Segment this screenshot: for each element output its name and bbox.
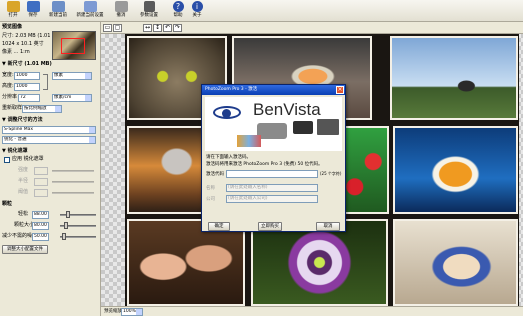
ok-button[interactable]: 确定 bbox=[208, 222, 230, 231]
grain-size-thumb[interactable] bbox=[64, 222, 68, 229]
amount-label: 强度 bbox=[18, 167, 29, 173]
about-button[interactable]: i 关于 bbox=[187, 1, 207, 21]
activation-code-note: (25 个字符) bbox=[320, 171, 342, 176]
photo-prints-icon bbox=[237, 135, 261, 147]
arrow-left-right-icon[interactable]: ↔ bbox=[143, 24, 152, 32]
photo-couple bbox=[127, 219, 245, 306]
company-input[interactable]: (请在此处输入公司) bbox=[226, 195, 318, 203]
new-size-section-header[interactable]: ▼ 新尺寸 (1.01 MB) bbox=[2, 60, 52, 69]
zoom-label: 预览缩放 bbox=[104, 309, 122, 314]
resolution-unit-select[interactable]: 像素/cm bbox=[52, 94, 92, 102]
name-label: 名称 bbox=[206, 186, 215, 191]
new-current-button[interactable]: 新建当前 bbox=[44, 1, 72, 21]
laptop-icon bbox=[317, 119, 339, 135]
grain-reduce-thumb[interactable] bbox=[62, 233, 66, 240]
grain-reduce-label: 减少不需的噪 bbox=[2, 233, 33, 239]
printer-icon bbox=[257, 123, 287, 139]
activation-code-input[interactable] bbox=[226, 170, 318, 178]
radius-input[interactable] bbox=[34, 178, 48, 186]
dialog-close-button[interactable]: × bbox=[336, 86, 344, 94]
grain-size-input[interactable]: 80.00 bbox=[32, 222, 49, 230]
grain-reduce-input[interactable]: 50.00 bbox=[32, 233, 49, 241]
resample-select[interactable]: 按比例缩放 bbox=[22, 105, 62, 113]
dialog-info-line-2: 激活码将用来激活 PhotoZoom Pro 3 (免费) 50 位代码。 bbox=[206, 162, 323, 167]
amount-slider[interactable] bbox=[52, 170, 94, 172]
camera-icon bbox=[293, 121, 313, 134]
activation-code-label: 激活代码 bbox=[206, 172, 224, 177]
height-label: 高度: bbox=[2, 83, 14, 89]
method-section-header[interactable]: ▼ 调整尺寸的方法 bbox=[2, 116, 43, 125]
photo-windmill bbox=[390, 36, 518, 120]
resample-label: 重新取样 bbox=[2, 105, 23, 111]
new-current-settings-button[interactable]: 新建当前设置 bbox=[76, 1, 104, 21]
new-current-settings-label: 新建当前设置 bbox=[76, 13, 104, 18]
undo-icon bbox=[114, 1, 128, 12]
original-pixels-line: 像素 ... 1:m bbox=[2, 49, 30, 55]
name-input[interactable]: (请在此处输入名称) bbox=[226, 184, 318, 192]
radius-label: 半径 bbox=[18, 178, 29, 184]
radius-slider[interactable] bbox=[52, 181, 94, 183]
arrow-up-down-icon[interactable]: ↕ bbox=[153, 24, 162, 32]
unsharp-checkbox[interactable] bbox=[4, 157, 10, 163]
grain-section-header[interactable]: 颗粒 bbox=[2, 200, 12, 209]
status-bar: 预览缩放 100% bbox=[101, 306, 523, 316]
activation-dialog: PhotoZoom Pro 3 - 激活 × BenVista 请在下面输入激活… bbox=[201, 84, 346, 232]
navigator-viewport[interactable] bbox=[61, 38, 85, 54]
threshold-slider[interactable] bbox=[52, 192, 94, 194]
method-select[interactable]: S-Spline Max bbox=[2, 126, 96, 134]
cancel-button[interactable]: 取消 bbox=[316, 222, 340, 231]
resolution-input[interactable]: 72 bbox=[18, 94, 40, 102]
link-chain-icon[interactable] bbox=[43, 74, 48, 90]
about-icon: i bbox=[191, 1, 203, 12]
save-icon bbox=[26, 1, 40, 12]
help-icon: ? bbox=[172, 1, 184, 12]
grain-amount-thumb[interactable] bbox=[66, 211, 70, 218]
benvista-eye-pupil-icon bbox=[222, 109, 231, 118]
about-label: 关于 bbox=[192, 13, 202, 18]
preview-split-icon[interactable]: ▭ bbox=[103, 24, 112, 32]
height-input[interactable]: 1000 bbox=[14, 83, 40, 91]
brand-name: BenVista bbox=[253, 100, 321, 119]
photo-food bbox=[393, 219, 518, 306]
company-label: 公司 bbox=[206, 197, 215, 202]
threshold-input[interactable] bbox=[34, 189, 48, 197]
dialog-info-line-1: 请在下面输入激活码。 bbox=[206, 155, 251, 160]
photo-passionflower bbox=[251, 219, 388, 306]
folder-open-icon bbox=[6, 1, 20, 12]
settings-panel: 预览图像 尺寸: 2.03 MB (1.01 MB) 1024 x 10.1 英… bbox=[0, 22, 101, 316]
width-input[interactable]: 1000 bbox=[14, 72, 40, 80]
resolution-label: 分辨率 bbox=[2, 94, 18, 100]
threshold-label: 阈值 bbox=[18, 189, 29, 195]
navigator-thumbnail[interactable] bbox=[52, 31, 96, 60]
photo-strawberries bbox=[339, 126, 389, 214]
grain-amount-label: 轻松 bbox=[18, 211, 29, 217]
rotate-left-icon[interactable]: ↶ bbox=[163, 24, 172, 32]
sharpen-preset-select[interactable]: 锐化 - 普通 bbox=[2, 136, 96, 144]
preview-toolbar: ▭ ▢ ↔ ↕ ↶ ↷ bbox=[101, 22, 523, 34]
amount-input[interactable] bbox=[34, 167, 48, 175]
preview-full-icon[interactable]: ▢ bbox=[113, 24, 122, 32]
main-toolbar: 打开 保存 新建当前 新建当前设置 撤消 参数设置 ? 帮助 i 关于 bbox=[0, 0, 523, 22]
new-document-icon bbox=[51, 1, 65, 12]
photo-fish bbox=[393, 126, 518, 214]
width-label: 宽度: bbox=[2, 72, 14, 78]
unsharp-checkbox-label: 应用 锐化遮罩 bbox=[12, 156, 44, 162]
grain-size-label: 颗粒大小 bbox=[14, 222, 35, 228]
layout-icon bbox=[83, 1, 97, 12]
grain-amount-input[interactable]: 88.00 bbox=[32, 211, 49, 219]
zoom-select[interactable]: 100% bbox=[121, 308, 143, 316]
preferences-button[interactable]: 参数设置 bbox=[135, 1, 163, 21]
photozoom-window: 打开 保存 新建当前 新建当前设置 撤消 参数设置 ? 帮助 i 关于 预览图像… bbox=[0, 0, 523, 316]
undo-button[interactable]: 撤消 bbox=[111, 1, 131, 21]
rotate-right-icon[interactable]: ↷ bbox=[173, 24, 182, 32]
resize-profile-button[interactable]: 调整大小配置文件 bbox=[2, 245, 48, 254]
dialog-title: PhotoZoom Pro 3 - 激活 bbox=[202, 85, 345, 95]
width-unit-select[interactable]: 像素 bbox=[52, 72, 92, 80]
dialog-banner: BenVista bbox=[205, 97, 342, 151]
buy-now-button[interactable]: 立即购买 bbox=[258, 222, 282, 231]
preview-section-header[interactable]: 预览图像 bbox=[2, 23, 22, 32]
tools-icon bbox=[143, 1, 155, 12]
